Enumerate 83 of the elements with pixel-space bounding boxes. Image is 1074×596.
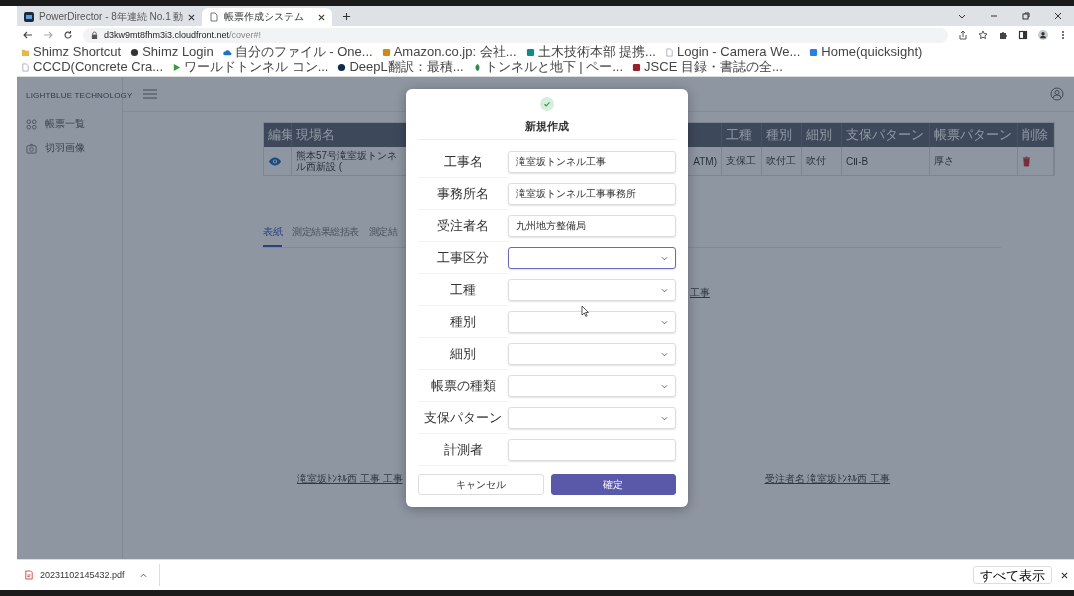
confirm-button[interactable]: 確定 — [550, 474, 676, 495]
puzzle-icon[interactable] — [998, 30, 1008, 40]
chevron-down-icon — [661, 351, 668, 357]
bookmark-icon — [664, 47, 674, 57]
chevron-down-icon — [661, 319, 668, 325]
chevron-down-icon — [661, 383, 668, 389]
lock-icon — [91, 30, 98, 40]
bookmark[interactable]: 自分のファイル - One... — [222, 45, 373, 59]
check-icon — [540, 97, 554, 111]
cursor-icon — [581, 305, 589, 317]
browser-tab[interactable]: PowerDirector - 8年連続 No.1 動 — [17, 8, 203, 26]
dropdown-field[interactable] — [508, 247, 676, 269]
bookmark[interactable]: ワールドトンネル コン... — [172, 60, 329, 74]
bookmark[interactable]: 土木技術本部 提携... — [525, 45, 656, 59]
restore-icon[interactable] — [1021, 11, 1031, 21]
bookmark-icon — [525, 47, 535, 57]
table-cell-text: 熊本57号滝室坂トンネル西新設 ( — [296, 150, 399, 172]
table-cell: CⅡ-B — [842, 147, 930, 175]
close-icon[interactable] — [1053, 11, 1063, 21]
eye-icon[interactable] — [268, 156, 282, 166]
bookmark-icon — [472, 62, 482, 72]
bookmark[interactable]: DeepL翻訳：最積... — [337, 60, 464, 74]
chevron-down-icon — [661, 255, 668, 261]
bookmark-icon — [222, 47, 232, 57]
bookmark-icon — [381, 47, 391, 57]
chevron-down-icon — [661, 287, 668, 293]
sidebar-item[interactable]: 切羽画像 — [17, 137, 122, 161]
trash-icon[interactable] — [1022, 155, 1031, 167]
table-cell: 厚さ — [930, 147, 1018, 175]
bookmark[interactable]: JSCE 目録・書誌の全... — [632, 60, 783, 74]
bookmark[interactable]: CCCD(Concrete Cra... — [21, 60, 164, 74]
table-cell: 支保工 — [722, 147, 762, 175]
table-cell: ATM) — [693, 155, 717, 167]
page-icon — [209, 12, 220, 22]
table-cell: 吹付工 — [762, 147, 802, 175]
bookmark-icon — [172, 62, 182, 72]
grid-icon — [26, 118, 37, 130]
app-icon — [24, 12, 34, 22]
table-cell: 吹付 — [802, 147, 842, 175]
bookmark[interactable]: Home(quicksight) — [809, 45, 923, 59]
bookmark-icon — [130, 47, 140, 57]
link[interactable]: 受注者名 滝室坂ﾄﾝﾈﾙ西 工事 — [764, 472, 891, 486]
text-field[interactable]: 滝室坂トンネル工事事務所 — [508, 183, 676, 205]
link[interactable]: 滝室坂ﾄﾝﾈﾙ西 工事 工事 — [297, 472, 403, 486]
caret-up-icon[interactable] — [140, 572, 148, 578]
new-tab-icon[interactable] — [342, 12, 352, 21]
bookmark[interactable]: Amazon.co.jp: 会社... — [381, 45, 517, 59]
reload-icon[interactable] — [63, 30, 73, 40]
bookmark-icon — [632, 62, 642, 72]
pdf-icon — [25, 570, 33, 580]
close-icon[interactable] — [318, 13, 326, 21]
close-icon[interactable] — [1061, 571, 1068, 579]
download-item[interactable]: 20231102145432.pdf — [17, 564, 161, 586]
bookmark[interactable]: Shimz Shortcut — [21, 45, 122, 59]
address-bar[interactable]: d3kw9mt8fhm3i3.cloudfront.net/cover#! — [83, 27, 948, 43]
column-header: 編集 — [264, 123, 292, 147]
chevron-down-icon — [661, 415, 668, 421]
column-header: 工種 — [722, 123, 762, 147]
camera-icon — [26, 142, 37, 154]
bookmark-icon — [809, 47, 819, 57]
bookmark[interactable]: トンネルと地下 | ペー... — [472, 60, 624, 74]
column-header: 削除 — [1018, 123, 1054, 147]
star-icon[interactable] — [978, 30, 988, 40]
dialog-title: 新規作成 — [418, 111, 676, 140]
share-icon[interactable] — [958, 30, 968, 40]
text-field[interactable]: 九州地方整備局 — [508, 215, 676, 237]
browser-tab[interactable]: 帳票作成システム — [202, 8, 333, 26]
column-header: 種別 — [762, 123, 802, 147]
text-field[interactable] — [508, 439, 676, 461]
close-icon[interactable] — [188, 13, 196, 21]
profile-icon[interactable] — [1038, 30, 1048, 40]
bookmark-icon — [337, 62, 347, 72]
logo-text: LIGHTBLUE TECHNOLOGY — [26, 90, 133, 100]
link[interactable]: 工事 — [690, 287, 710, 298]
user-icon[interactable] — [1050, 87, 1064, 101]
show-all-button[interactable]: すべて表示 — [973, 566, 1052, 584]
cancel-button[interactable]: キャンセル — [418, 474, 544, 495]
side-panel-icon[interactable] — [1018, 30, 1028, 40]
bookmark[interactable]: Shimz Login — [130, 45, 214, 59]
back-icon[interactable] — [23, 30, 33, 40]
text-field[interactable]: 滝室坂トンネル工事 — [508, 151, 676, 173]
column-header: 細別 — [802, 123, 842, 147]
bookmark[interactable]: Login - Camera We... — [664, 45, 801, 59]
